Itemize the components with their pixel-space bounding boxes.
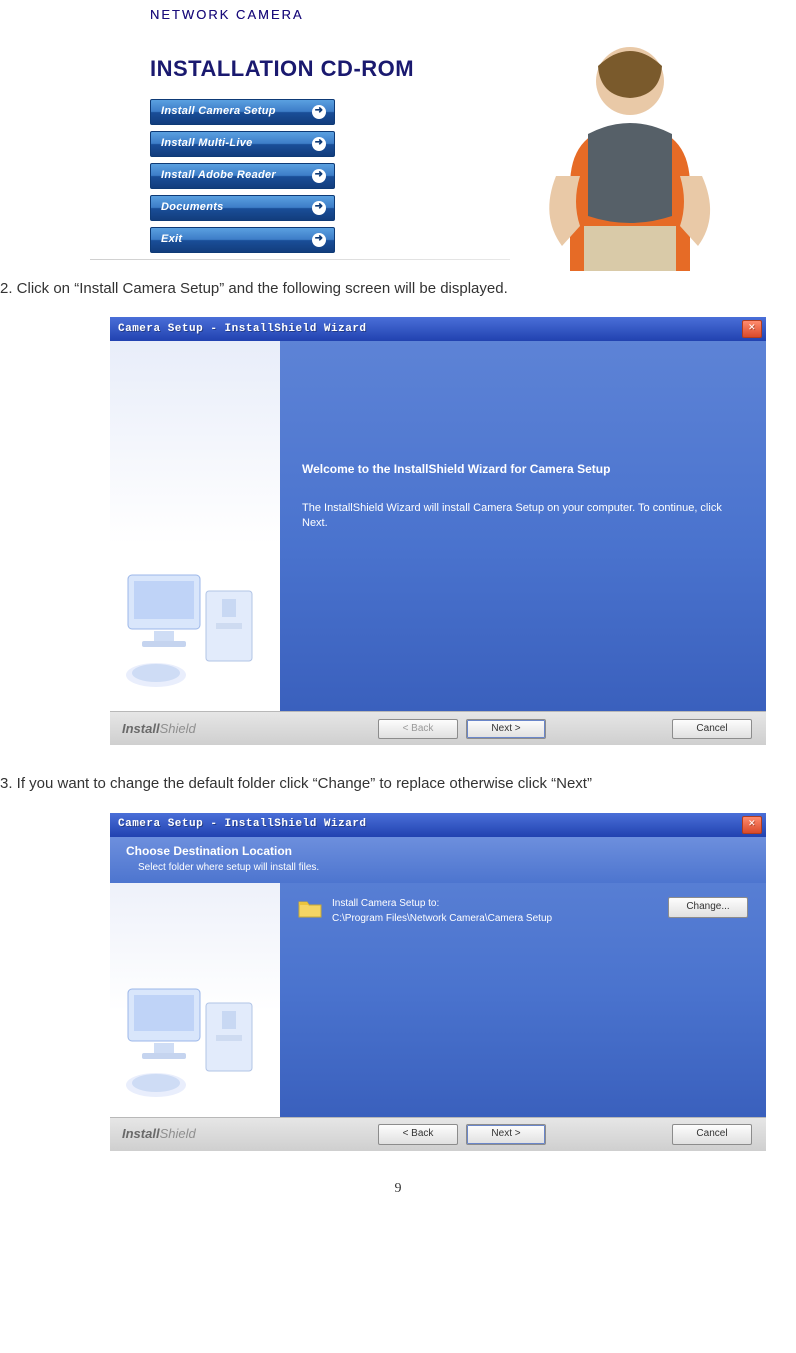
wizard-welcome-heading: Welcome to the InstallShield Wizard for … bbox=[302, 461, 744, 478]
cancel-button[interactable]: Cancel bbox=[672, 719, 752, 740]
change-button[interactable]: Change... bbox=[668, 897, 748, 918]
install-wizard-step-3: Camera Setup - InstallShield Wizard ✕ Ch… bbox=[110, 813, 766, 1151]
button-label: Install Multi-Live bbox=[161, 136, 253, 152]
install-multi-live-button[interactable]: Install Multi-Live ➜ bbox=[150, 131, 335, 157]
instruction-step-2: 2. Click on “Install Camera Setup” and t… bbox=[0, 278, 796, 300]
close-icon[interactable]: ✕ bbox=[742, 320, 762, 338]
window-title: Camera Setup - InstallShield Wizard bbox=[118, 817, 367, 833]
wizard-description: The InstallShield Wizard will install Ca… bbox=[302, 501, 744, 532]
decorative-person-image bbox=[510, 26, 750, 271]
arrow-right-icon: ➜ bbox=[312, 233, 326, 247]
wizard-sidebar-image bbox=[110, 341, 280, 711]
arrow-right-icon: ➜ bbox=[312, 105, 326, 119]
wizard-content: Welcome to the InstallShield Wizard for … bbox=[280, 341, 766, 711]
wizard-footer: InstallShield < Back Next > Cancel bbox=[110, 711, 766, 745]
destination-header: Choose Destination Location Select folde… bbox=[110, 837, 766, 883]
wizard-sidebar-image bbox=[110, 883, 280, 1117]
button-label: Install Adobe Reader bbox=[161, 168, 276, 184]
window-title: Camera Setup - InstallShield Wizard bbox=[118, 322, 367, 338]
install-wizard-step-2: Camera Setup - InstallShield Wizard ✕ We… bbox=[110, 317, 766, 745]
button-label: Exit bbox=[161, 232, 182, 248]
cancel-button[interactable]: Cancel bbox=[672, 1124, 752, 1145]
install-to-label: Install Camera Setup to: bbox=[332, 897, 552, 912]
window-title-bar: Camera Setup - InstallShield Wizard ✕ bbox=[110, 813, 766, 837]
documents-button[interactable]: Documents ➜ bbox=[150, 195, 335, 221]
installation-cdrom-panel: NETWORK CAMERA INSTALLATION CD-ROM Insta… bbox=[90, 0, 750, 260]
arrow-right-icon: ➜ bbox=[312, 201, 326, 215]
arrow-right-icon: ➜ bbox=[312, 137, 326, 151]
destination-title: Choose Destination Location bbox=[126, 843, 766, 860]
next-button[interactable]: Next > bbox=[466, 719, 546, 740]
close-icon[interactable]: ✕ bbox=[742, 816, 762, 834]
install-path: C:\Program Files\Network Camera\Camera S… bbox=[332, 912, 552, 927]
back-button[interactable]: < Back bbox=[378, 1124, 458, 1145]
button-label: Install Camera Setup bbox=[161, 104, 276, 120]
destination-subtitle: Select folder where setup will install f… bbox=[126, 861, 766, 876]
instruction-step-3: 3. If you want to change the default fol… bbox=[0, 773, 796, 795]
exit-button[interactable]: Exit ➜ bbox=[150, 227, 335, 253]
install-adobe-reader-button[interactable]: Install Adobe Reader ➜ bbox=[150, 163, 335, 189]
folder-icon bbox=[298, 897, 322, 919]
installshield-logo: InstallShield bbox=[122, 1125, 196, 1144]
arrow-right-icon: ➜ bbox=[312, 169, 326, 183]
page-number: 9 bbox=[0, 1179, 796, 1199]
installshield-logo: InstallShield bbox=[122, 720, 196, 739]
next-button[interactable]: Next > bbox=[466, 1124, 546, 1145]
wizard-footer: InstallShield < Back Next > Cancel bbox=[110, 1117, 766, 1151]
button-label: Documents bbox=[161, 200, 224, 216]
back-button[interactable]: < Back bbox=[378, 719, 458, 740]
window-title-bar: Camera Setup - InstallShield Wizard ✕ bbox=[110, 317, 766, 341]
destination-content: Install Camera Setup to: C:\Program File… bbox=[280, 883, 766, 1117]
install-camera-setup-button[interactable]: Install Camera Setup ➜ bbox=[150, 99, 335, 125]
